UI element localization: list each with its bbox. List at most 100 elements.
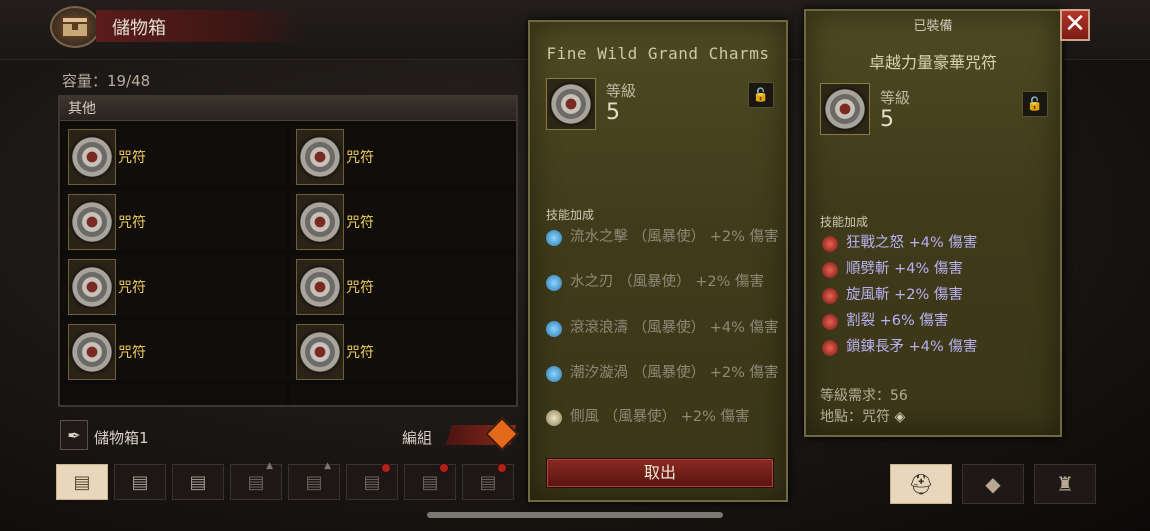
stash-tab-8[interactable]: ▤: [462, 463, 514, 500]
chain-lance-icon: [822, 340, 838, 356]
rolling-wave-icon: [546, 321, 562, 337]
stash-slot-partial[interactable]: [62, 385, 286, 405]
category-tab-charms[interactable]: ◆: [962, 464, 1024, 504]
item-tooltip: Fine Wild Grand Charms 等級 5 🔓 技能加成 流水之擊 …: [528, 20, 788, 502]
charm-slot-icon: ◈: [894, 409, 906, 425]
stash-slot[interactable]: 咒符: [62, 125, 286, 185]
stash-tabs: ▤ ▤ ▤ ▤ ▲ ▤ ▲ ▤ ▤ ▤: [56, 461, 526, 502]
chest-icon: ▤: [363, 471, 381, 493]
skill-text: 滾滾浪濤 （風暴使） +4% 傷害: [570, 320, 779, 336]
item-label: 咒符: [118, 150, 146, 166]
chest-icon: ▤: [247, 471, 265, 493]
skill-bonus-header: 技能加成: [546, 208, 595, 222]
water-strike-icon: [546, 230, 562, 246]
charm-icon: [300, 137, 340, 177]
feather-icon: ✒: [67, 425, 81, 445]
item-label: 咒符: [118, 345, 146, 361]
item-label: 咒符: [346, 215, 374, 231]
charm-stones-icon: ◆: [985, 472, 1001, 496]
charm-icon: [72, 267, 112, 307]
skill-text: 鎖鍊長矛 +4% 傷害: [846, 339, 978, 355]
notification-badge-icon: [439, 463, 449, 473]
water-blade-icon: [546, 275, 562, 291]
equipped-tag: 已裝備: [913, 19, 953, 34]
charm-icon: [300, 332, 340, 372]
equipped-tooltip: 已裝備 卓越力量豪華咒符 等級 5 🔓 技能加成 狂戰之怒 +4% 傷害 順劈斬…: [804, 9, 1062, 437]
level-label: 等級: [880, 89, 911, 107]
level-value: 5: [606, 100, 620, 125]
stash-grid: 其他 咒符 咒符 咒符 咒符 咒符 咒符 咒符 咒符: [58, 95, 518, 407]
charm-thumbnail: [296, 259, 344, 315]
unlock-icon: 🔓: [752, 87, 770, 103]
notification-badge-icon: [497, 463, 507, 473]
stash-capacity: 容量：19/48: [62, 72, 151, 90]
item-location: 地點：咒符 ◈: [820, 406, 905, 426]
charm-thumbnail: [296, 194, 344, 250]
stash-slot[interactable]: 咒符: [290, 320, 514, 380]
cleave-icon: [822, 262, 838, 278]
item-label: 咒符: [346, 345, 374, 361]
edit-group-label: 編組: [402, 429, 433, 447]
skill-text: 潮汐漩渦 （風暴使） +2% 傷害: [570, 365, 779, 381]
skill-text: 旋風斬 +2% 傷害: [846, 287, 963, 303]
location-text: 地點：咒符: [820, 409, 890, 425]
chest-icon: ▤: [421, 471, 439, 493]
unlock-button[interactable]: 🔓: [748, 82, 774, 108]
home-indicator[interactable]: [427, 512, 723, 518]
category-tab-bag[interactable]: ♜: [1034, 464, 1096, 504]
rename-feather-button[interactable]: ✒: [60, 420, 88, 450]
charm-icon: [72, 332, 112, 372]
stash-title: 儲物箱: [112, 18, 166, 39]
stash-tab-2[interactable]: ▤: [114, 464, 166, 500]
charm-thumbnail: [68, 324, 116, 380]
helmet-icon: ⛑: [908, 472, 934, 496]
chest-icon: ▤: [131, 471, 149, 493]
stash-tab-1[interactable]: ▤: [56, 464, 108, 500]
whirlwind-icon: [822, 288, 838, 304]
equipped-item-thumbnail: [820, 83, 870, 135]
stash-slot[interactable]: 咒符: [290, 125, 514, 185]
stash-slot[interactable]: 咒符: [62, 255, 286, 315]
stash-slot[interactable]: 咒符: [290, 190, 514, 250]
item-label: 咒符: [346, 150, 374, 166]
section-header: 其他: [60, 97, 516, 121]
chest-icon: ▤: [305, 471, 323, 493]
level-requirement: 等級需求：56: [820, 388, 908, 404]
stash-slot-partial[interactable]: [290, 385, 514, 405]
take-out-button[interactable]: 取出: [546, 458, 774, 488]
stash-tab-7[interactable]: ▤: [404, 463, 456, 500]
stash-slot[interactable]: 咒符: [62, 320, 286, 380]
skill-bonus-header: 技能加成: [820, 215, 869, 229]
stash-tab-4[interactable]: ▤ ▲: [230, 461, 282, 500]
stash-slot[interactable]: 咒符: [290, 255, 514, 315]
notification-badge-icon: [381, 463, 391, 473]
stash-tab-6[interactable]: ▤: [346, 463, 398, 500]
charm-thumbnail: [68, 129, 116, 185]
chest-icon: ▤: [479, 471, 497, 493]
edit-group-gem-icon[interactable]: [485, 417, 519, 451]
charm-icon: [825, 89, 865, 129]
category-tab-equipment[interactable]: ⛑: [890, 464, 952, 504]
charm-icon: [300, 202, 340, 242]
charm-icon: [72, 137, 112, 177]
rend-icon: [822, 314, 838, 330]
skill-text: 割裂 +6% 傷害: [846, 313, 949, 329]
stash-tab-5[interactable]: ▤ ▲: [288, 461, 340, 500]
stash-chest-icon: [50, 6, 100, 48]
stash-tab-3[interactable]: ▤: [172, 464, 224, 500]
item-thumbnail: [546, 78, 596, 130]
skill-text: 側風 （風暴使） +2% 傷害: [570, 409, 750, 425]
charm-thumbnail: [68, 259, 116, 315]
equipped-item-title: 卓越力量豪華咒符: [868, 53, 997, 72]
lock-icon: ▲: [266, 461, 273, 471]
tidal-vortex-icon: [546, 366, 562, 382]
unlock-button[interactable]: 🔓: [1022, 91, 1048, 117]
bag-icon: ♜: [1056, 472, 1074, 496]
stash-slot[interactable]: 咒符: [62, 190, 286, 250]
charm-icon: [300, 267, 340, 307]
close-icon: ✕: [1064, 9, 1086, 39]
chest-icon: ▤: [73, 471, 91, 493]
skill-text: 狂戰之怒 +4% 傷害: [846, 235, 978, 251]
crosswind-icon: [546, 410, 562, 426]
close-button[interactable]: ✕: [1060, 9, 1090, 41]
